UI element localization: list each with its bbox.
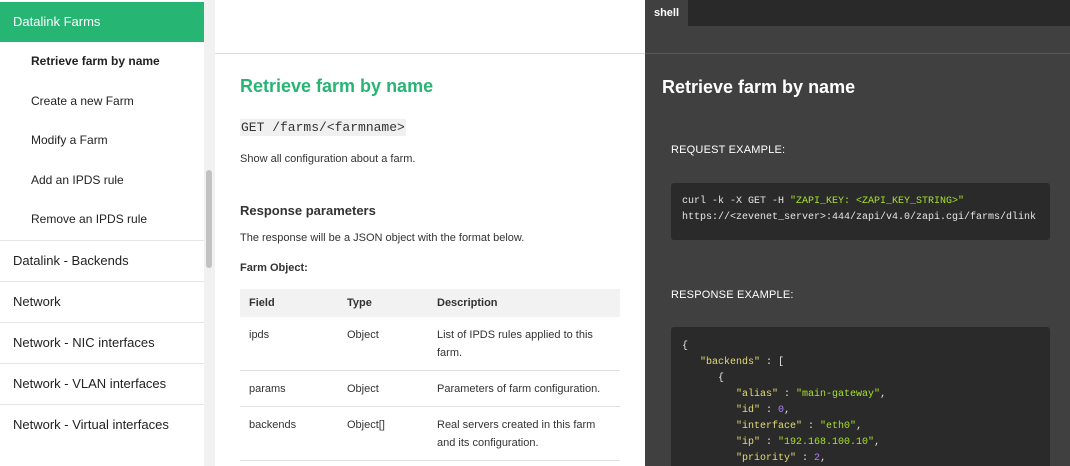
column-header-description: Description	[428, 289, 620, 317]
json-key: "backends"	[700, 357, 761, 368]
endpoint-description: Show all configuration about a farm.	[240, 153, 416, 165]
page-title: Retrieve farm by name	[240, 76, 434, 96]
json-line: "ip" : "192.168.100.10",	[736, 437, 881, 448]
sidebar-item-vlan-interfaces[interactable]: Network - VLAN interfaces	[0, 362, 204, 404]
scrollbar-thumb[interactable]	[206, 170, 212, 268]
curl-command: curl -k -X GET -H	[682, 196, 791, 207]
code-panel: shell Retrieve farm by name REQUEST EXAM…	[645, 0, 1070, 466]
response-description: The response will be a JSON object with …	[240, 232, 525, 244]
request-example-label: REQUEST EXAMPLE:	[671, 144, 786, 156]
table-row: ipds Object List of IPDS rules applied t…	[240, 317, 620, 371]
json-line: {	[682, 371, 1039, 387]
json-key: "priority"	[736, 453, 797, 464]
column-header-field: Field	[240, 289, 338, 317]
json-line: "interface" : "eth0",	[736, 421, 863, 432]
endpoint-signature: GET /farms/<farmname>	[240, 119, 406, 136]
doc-content: Retrieve farm by name GET /farms/<farmna…	[215, 0, 645, 466]
column-header-type: Type	[338, 289, 428, 317]
json-value: 0	[778, 405, 785, 416]
cell-type: Object	[338, 370, 428, 407]
cell-description: List of IPDS rules applied to this farm.	[428, 317, 620, 371]
table-header-row: Field Type Description	[240, 289, 620, 317]
cell-field: backends	[240, 406, 338, 461]
request-url: https://<zevenet_server>:444/zapi/v4.0/z…	[682, 212, 1037, 223]
json-key: "id"	[736, 405, 761, 416]
farm-object-label: Farm Object:	[240, 262, 308, 274]
cell-description: Real servers created in this farm and it…	[428, 406, 620, 461]
response-example-label: RESPONSE EXAMPLE:	[671, 289, 794, 301]
json-line: "backends" : [	[682, 355, 1039, 371]
response-parameters-heading: Response parameters	[240, 203, 376, 218]
sidebar-scrollbar[interactable]	[204, 0, 215, 466]
cell-description: Parameters of farm configuration.	[428, 370, 620, 407]
sidebar-item-add-ipds-rule[interactable]: Add an IPDS rule	[0, 161, 204, 201]
json-brace: {	[718, 373, 725, 384]
cell-field: ipds	[240, 317, 338, 371]
json-value: "192.168.100.10"	[778, 437, 875, 448]
cell-type: Object	[338, 317, 428, 371]
sidebar-item-virtual-interfaces[interactable]: Network - Virtual interfaces	[0, 403, 204, 445]
divider	[645, 53, 1070, 54]
language-tabbar: shell	[645, 0, 1070, 26]
request-code-block: curl -k -X GET -H "ZAPI_KEY: <ZAPI_KEY_S…	[671, 183, 1050, 240]
code-panel-title: Retrieve farm by name	[662, 77, 856, 97]
json-key: "alias"	[736, 389, 779, 400]
table-row: params Object Parameters of farm configu…	[240, 370, 620, 407]
tab-shell[interactable]: shell	[645, 0, 688, 26]
sidebar: Datalink Farms Retrieve farm by name Cre…	[0, 0, 205, 466]
request-line-1: curl -k -X GET -H "ZAPI_KEY: <ZAPI_KEY_S…	[682, 194, 1039, 210]
sidebar-item-create-farm[interactable]: Create a new Farm	[0, 82, 204, 122]
cell-type: Object[]	[338, 406, 428, 461]
json-line: "alias" : "main-gateway",	[736, 389, 887, 400]
fields-table: Field Type Description ipds Object List …	[240, 289, 620, 461]
sidebar-item-network[interactable]: Network	[0, 280, 204, 322]
curl-header: "ZAPI_KEY: <ZAPI_KEY_STRING>"	[790, 196, 965, 207]
cell-field: params	[240, 370, 338, 407]
content-header-strip	[215, 0, 645, 54]
sidebar-item-modify-farm[interactable]: Modify a Farm	[0, 121, 204, 161]
sidebar-item-datalink-backends[interactable]: Datalink - Backends	[0, 239, 204, 281]
json-line: "id" : 0,	[736, 405, 791, 416]
json-key: "interface"	[736, 421, 803, 432]
json-brace: {	[682, 341, 689, 352]
json-value: "main-gateway"	[796, 389, 881, 400]
json-line: "priority" : 2,	[736, 453, 827, 464]
sidebar-section-datalink-farms[interactable]: Datalink Farms	[0, 2, 204, 42]
response-code-block: { "backends" : [ { "alias" : "main-gatew…	[671, 327, 1050, 466]
json-value: "eth0"	[820, 421, 857, 432]
json-punct: : [	[760, 357, 785, 368]
json-value: 2	[814, 453, 821, 464]
sidebar-item-nic-interfaces[interactable]: Network - NIC interfaces	[0, 321, 204, 363]
sidebar-item-remove-ipds-rule[interactable]: Remove an IPDS rule	[0, 200, 204, 240]
sidebar-item-retrieve-farm[interactable]: Retrieve farm by name	[0, 42, 204, 82]
table-row: backends Object[] Real servers created i…	[240, 406, 620, 461]
sidebar-subitems: Retrieve farm by name Create a new Farm …	[0, 42, 204, 240]
json-key: "ip"	[736, 437, 761, 448]
json-line: {	[682, 339, 1039, 355]
